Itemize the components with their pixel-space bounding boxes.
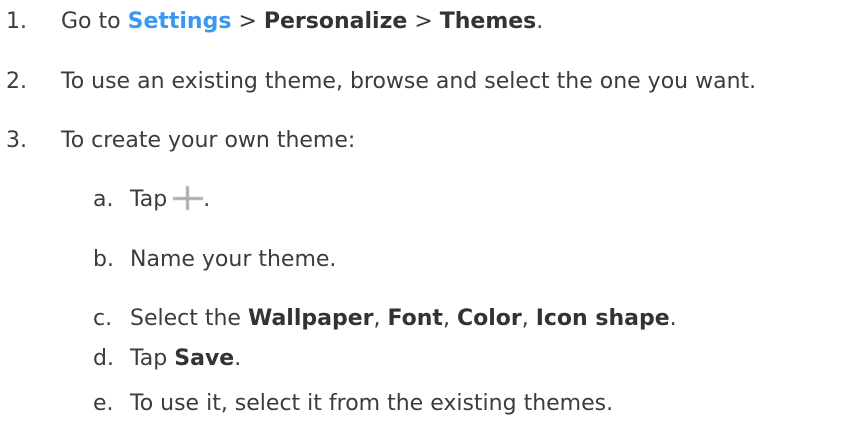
color-label: Color (456, 306, 522, 331)
step-number: 1. (6, 9, 27, 34)
step-text: To create your own theme: (61, 128, 356, 153)
comma: , (521, 306, 529, 331)
themes-label: Themes (439, 9, 537, 34)
substep-text: Name your theme. (130, 247, 337, 272)
comma: , (442, 306, 450, 331)
plus-icon (173, 186, 203, 210)
period: . (536, 9, 544, 34)
save-label: Save (174, 346, 235, 371)
substep-prefix: Tap (130, 187, 168, 212)
comma: , (373, 306, 381, 331)
substep-text: Select the Wallpaper, Font, Color, Icon … (130, 304, 677, 334)
font-label: Font (387, 306, 443, 331)
step-number: 2. (6, 69, 27, 94)
substep-letter: a. (93, 187, 114, 212)
period: . (669, 306, 677, 331)
settings-link[interactable]: Settings (128, 9, 232, 34)
icon-shape-label: Icon shape (535, 306, 670, 331)
step-text: To use an existing theme, browse and sel… (61, 69, 757, 94)
substep-prefix: Select the (130, 306, 241, 331)
substep-letter: e. (93, 391, 114, 416)
substep-text: To use it, select it from the existing t… (130, 391, 614, 416)
separator: > (238, 9, 257, 34)
separator: > (414, 9, 433, 34)
substep-letter: d. (93, 346, 114, 371)
period: . (234, 346, 242, 371)
theme-instructions-page: { "steps": [ { "number": "1.", "prefix":… (0, 0, 846, 421)
substep-prefix: Tap (130, 346, 168, 371)
step-prefix: Go to (61, 9, 121, 34)
step-text: Go to Settings > Personalize > Themes. (61, 7, 543, 37)
personalize-label: Personalize (263, 9, 408, 34)
step-number: 3. (6, 128, 27, 153)
period: . (203, 187, 211, 212)
wallpaper-label: Wallpaper (247, 306, 374, 331)
substep-text: Tap Save. (130, 344, 241, 374)
substep-letter: b. (93, 247, 114, 272)
substep-text: Tap. (130, 185, 210, 215)
substep-letter: c. (93, 306, 113, 331)
